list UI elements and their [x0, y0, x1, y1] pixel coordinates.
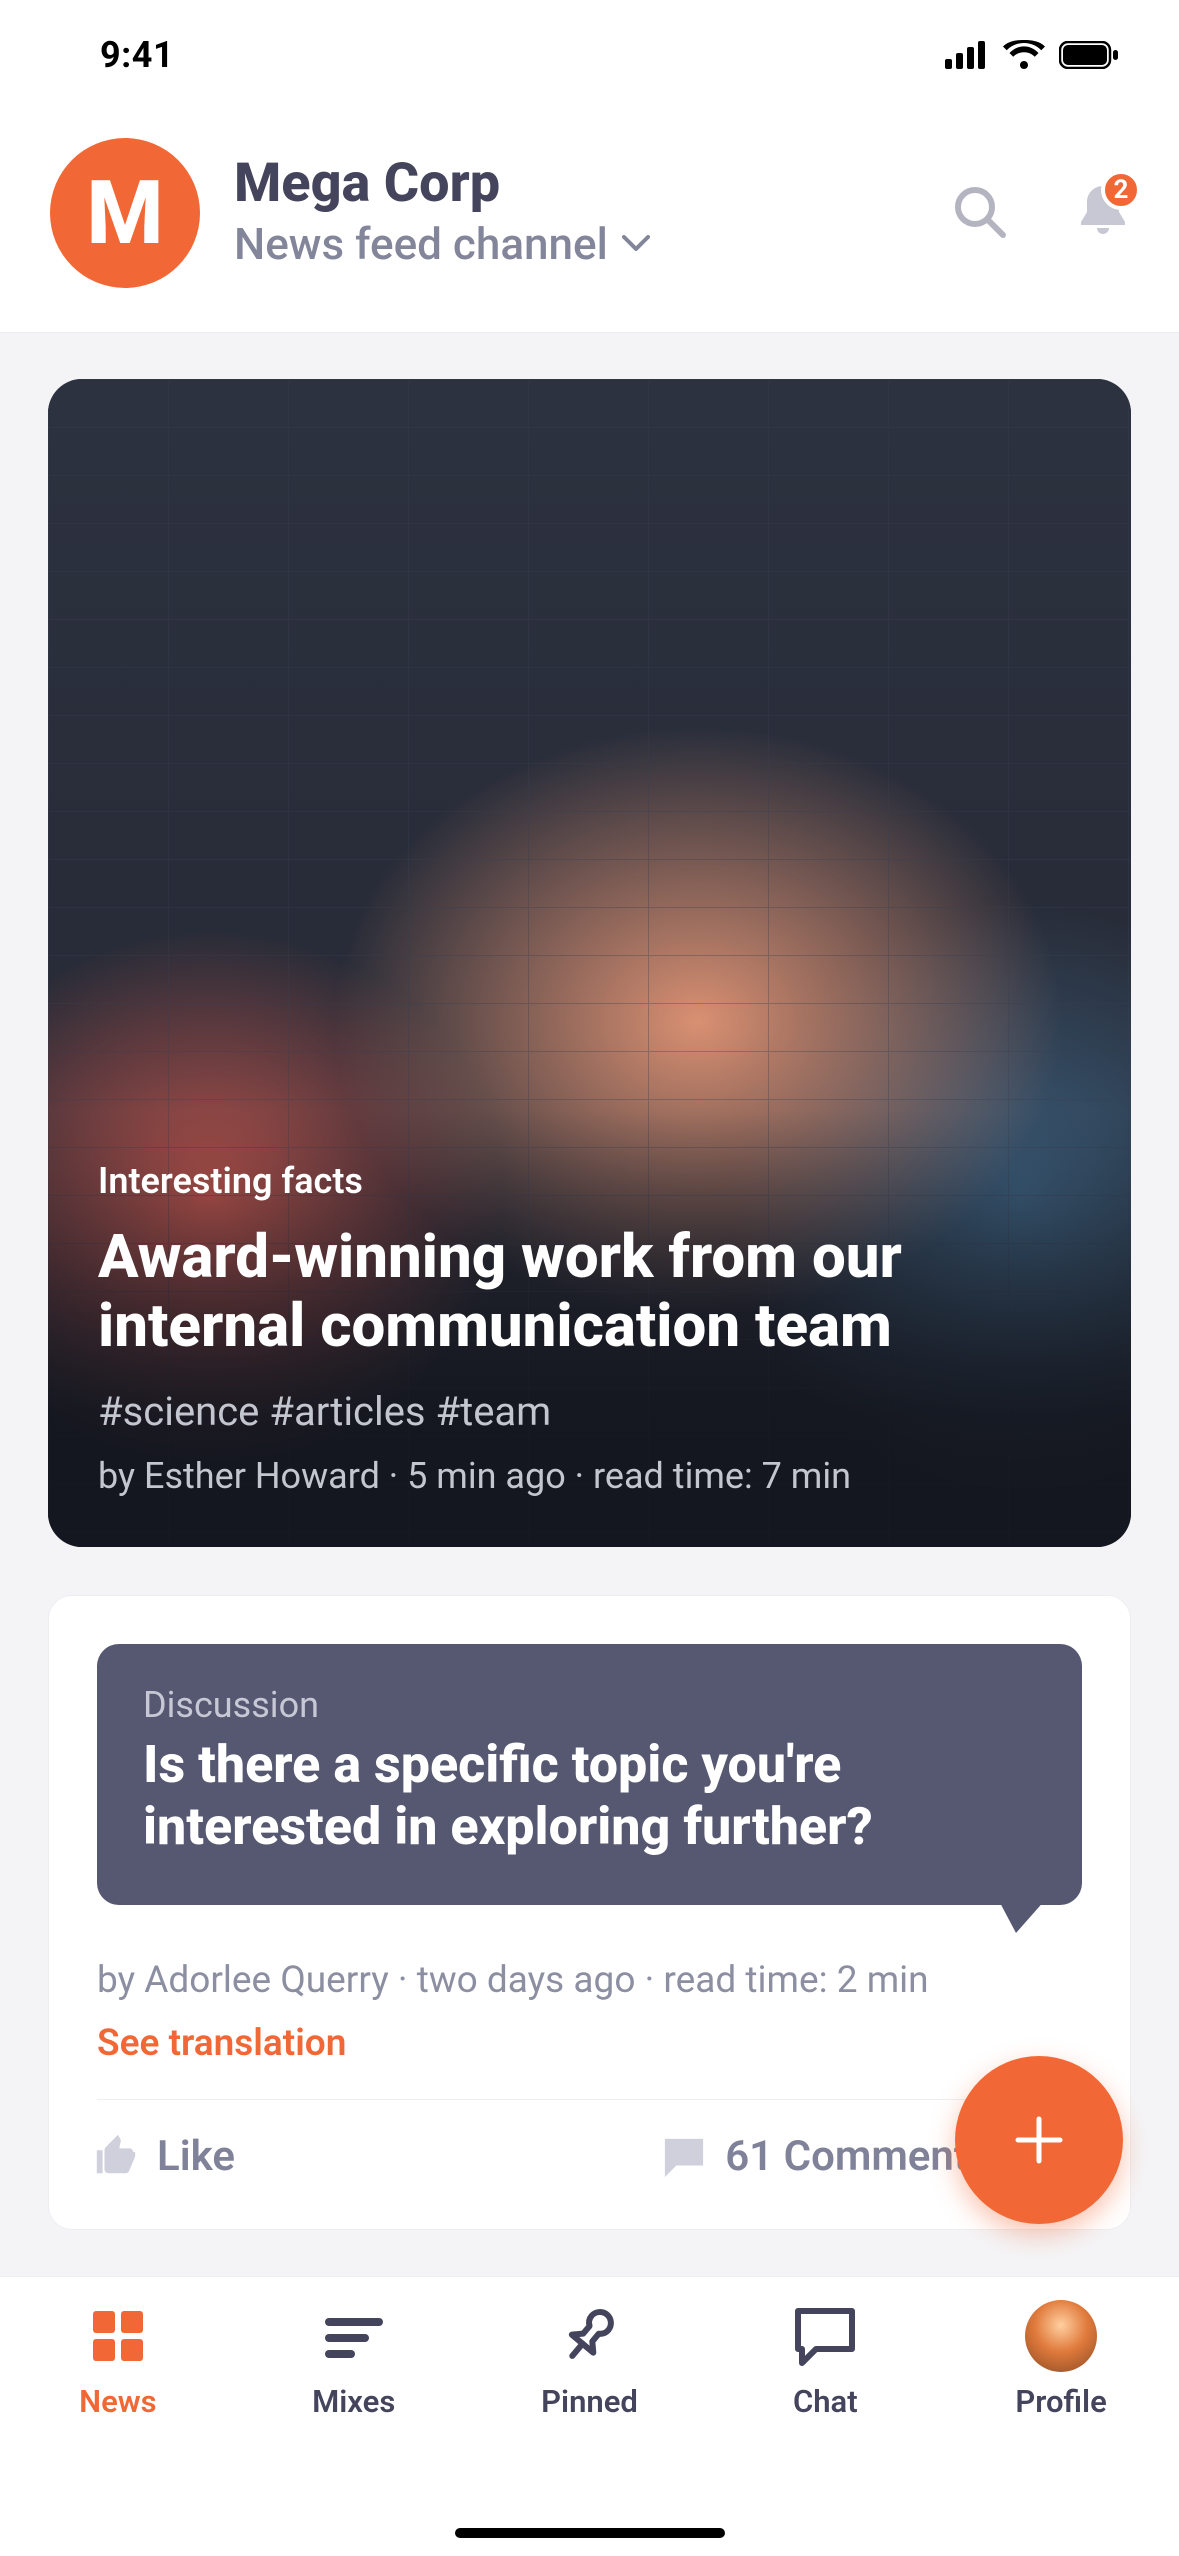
like-button[interactable]: Like: [93, 2132, 235, 2181]
nav-chat[interactable]: Chat: [707, 2301, 943, 2556]
wifi-icon: [1003, 40, 1045, 70]
home-indicator: [455, 2528, 725, 2538]
nav-mixes[interactable]: Mixes: [236, 2301, 472, 2556]
org-name: Mega Corp: [234, 156, 917, 213]
nav-label: News: [79, 2383, 156, 2420]
header-title-block: Mega Corp News feed channel: [234, 156, 917, 271]
status-time: 9:41: [100, 34, 174, 76]
hero-overlay: Interesting facts Award-winning work fro…: [48, 1110, 1131, 1547]
discussion-title: Is there a specific topic you're interes…: [143, 1734, 1036, 1859]
channel-name: News feed channel: [234, 218, 608, 270]
nav-label: Pinned: [541, 2383, 638, 2420]
mixes-icon: [321, 2312, 387, 2360]
battery-icon: [1059, 41, 1119, 69]
comments-button[interactable]: 61 Comments: [661, 2132, 989, 2181]
avatar-icon: [1025, 2300, 1097, 2372]
nav-news[interactable]: News: [0, 2301, 236, 2556]
app-header: M Mega Corp News feed channel 2: [0, 110, 1179, 333]
hero-title: Award-winning work from our internal com…: [98, 1222, 1081, 1360]
engagement-row: Like 61 Comments •••: [93, 2100, 1086, 2181]
hero-article-card[interactable]: Interesting facts Award-winning work fro…: [48, 379, 1131, 1547]
search-icon: [951, 183, 1007, 239]
discussion-kicker: Discussion: [143, 1684, 1036, 1726]
like-label: Like: [157, 2132, 235, 2181]
hero-meta: by Esther Howard · 5 min ago · read time…: [98, 1455, 1081, 1497]
nav-label: Mixes: [312, 2383, 395, 2420]
org-logo-letter: M: [86, 162, 163, 265]
nav-profile[interactable]: Profile: [943, 2301, 1179, 2556]
notifications-button[interactable]: 2: [1077, 182, 1129, 244]
notification-badge: 2: [1101, 170, 1141, 210]
bottom-nav: News Mixes Pinned Chat Profile: [0, 2276, 1179, 2556]
plus-icon: [1010, 2111, 1068, 2169]
thumbs-up-icon: [93, 2133, 139, 2179]
header-actions: 2: [951, 182, 1129, 244]
nav-label: Profile: [1015, 2383, 1106, 2420]
nav-pinned[interactable]: Pinned: [472, 2301, 708, 2556]
status-bar: 9:41: [0, 0, 1179, 110]
see-translation-link[interactable]: See translation: [97, 2022, 1082, 2065]
status-icons: [945, 40, 1119, 70]
discussion-meta: by Adorlee Querry · two days ago · read …: [97, 1959, 1082, 2002]
compose-fab[interactable]: [955, 2056, 1123, 2224]
pin-icon: [557, 2304, 621, 2368]
comments-label: 61 Comments: [725, 2132, 989, 2181]
hero-kicker: Interesting facts: [98, 1160, 1081, 1202]
chevron-down-icon: [622, 235, 650, 253]
org-logo[interactable]: M: [50, 138, 200, 288]
news-icon: [87, 2305, 149, 2367]
channel-picker[interactable]: News feed channel: [234, 218, 917, 270]
discussion-bubble: Discussion Is there a specific topic you…: [97, 1644, 1082, 1905]
chat-icon: [790, 2303, 860, 2369]
search-button[interactable]: [951, 183, 1007, 243]
cellular-icon: [945, 41, 989, 69]
nav-label: Chat: [793, 2383, 858, 2420]
hero-tags: #science #articles #team: [98, 1388, 1081, 1435]
comment-icon: [661, 2135, 707, 2177]
